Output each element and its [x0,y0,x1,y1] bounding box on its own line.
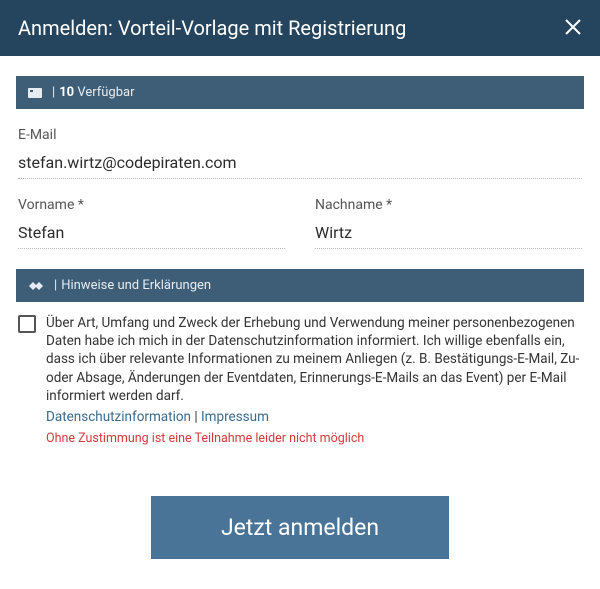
email-value: stefan.wirtz@codepiraten.com [18,151,582,178]
modal-title: Anmelden: Vorteil-Vorlage mit Registrier… [18,16,406,40]
firstname-field-group: Vorname * [18,197,285,249]
form-area: E-Mail stefan.wirtz@codepiraten.com Vorn… [0,127,600,249]
field-divider [18,248,285,249]
bar-separator: | [52,85,55,100]
imprint-link[interactable]: Impressum [201,409,269,425]
consent-checkbox[interactable] [18,315,36,333]
consent-links: Datenschutzinformation | Impressum [46,409,582,425]
submit-button[interactable]: Jetzt anmelden [151,496,449,559]
hints-block: Über Art, Umfang und Zweck der Erhebung … [0,302,600,446]
field-divider [315,248,582,249]
consent-warning: Ohne Zustimmung ist eine Teilnahme leide… [46,431,582,446]
consent-row: Über Art, Umfang und Zweck der Erhebung … [18,314,582,446]
hints-bar-label: Hinweise und Erklärungen [61,278,211,293]
firstname-label: Vorname * [18,197,285,213]
close-icon[interactable] [564,18,582,39]
consent-text: Über Art, Umfang und Zweck der Erhebung … [46,314,582,405]
email-label: E-Mail [18,127,582,143]
hints-bar: | Hinweise und Erklärungen [16,269,584,302]
link-separator: | [191,409,201,425]
lastname-field-group: Nachname * [315,197,582,249]
bar-separator: | [54,278,57,293]
handshake-icon [28,280,44,292]
availability-count: 10 [59,85,74,100]
modal-header: Anmelden: Vorteil-Vorlage mit Registrier… [0,0,600,56]
privacy-link[interactable]: Datenschutzinformation [46,409,191,425]
availability-label: Verfügbar [74,85,134,100]
submit-area: Jetzt anmelden [0,446,600,589]
ticket-icon [28,87,42,99]
field-divider [18,178,582,179]
lastname-label: Nachname * [315,197,582,213]
consent-content: Über Art, Umfang und Zweck der Erhebung … [46,314,582,446]
lastname-input[interactable] [315,221,582,248]
firstname-input[interactable] [18,221,285,248]
name-row: Vorname * Nachname * [18,197,582,249]
email-field-group: E-Mail stefan.wirtz@codepiraten.com [18,127,582,179]
availability-bar: | 10 Verfügbar [16,76,584,109]
